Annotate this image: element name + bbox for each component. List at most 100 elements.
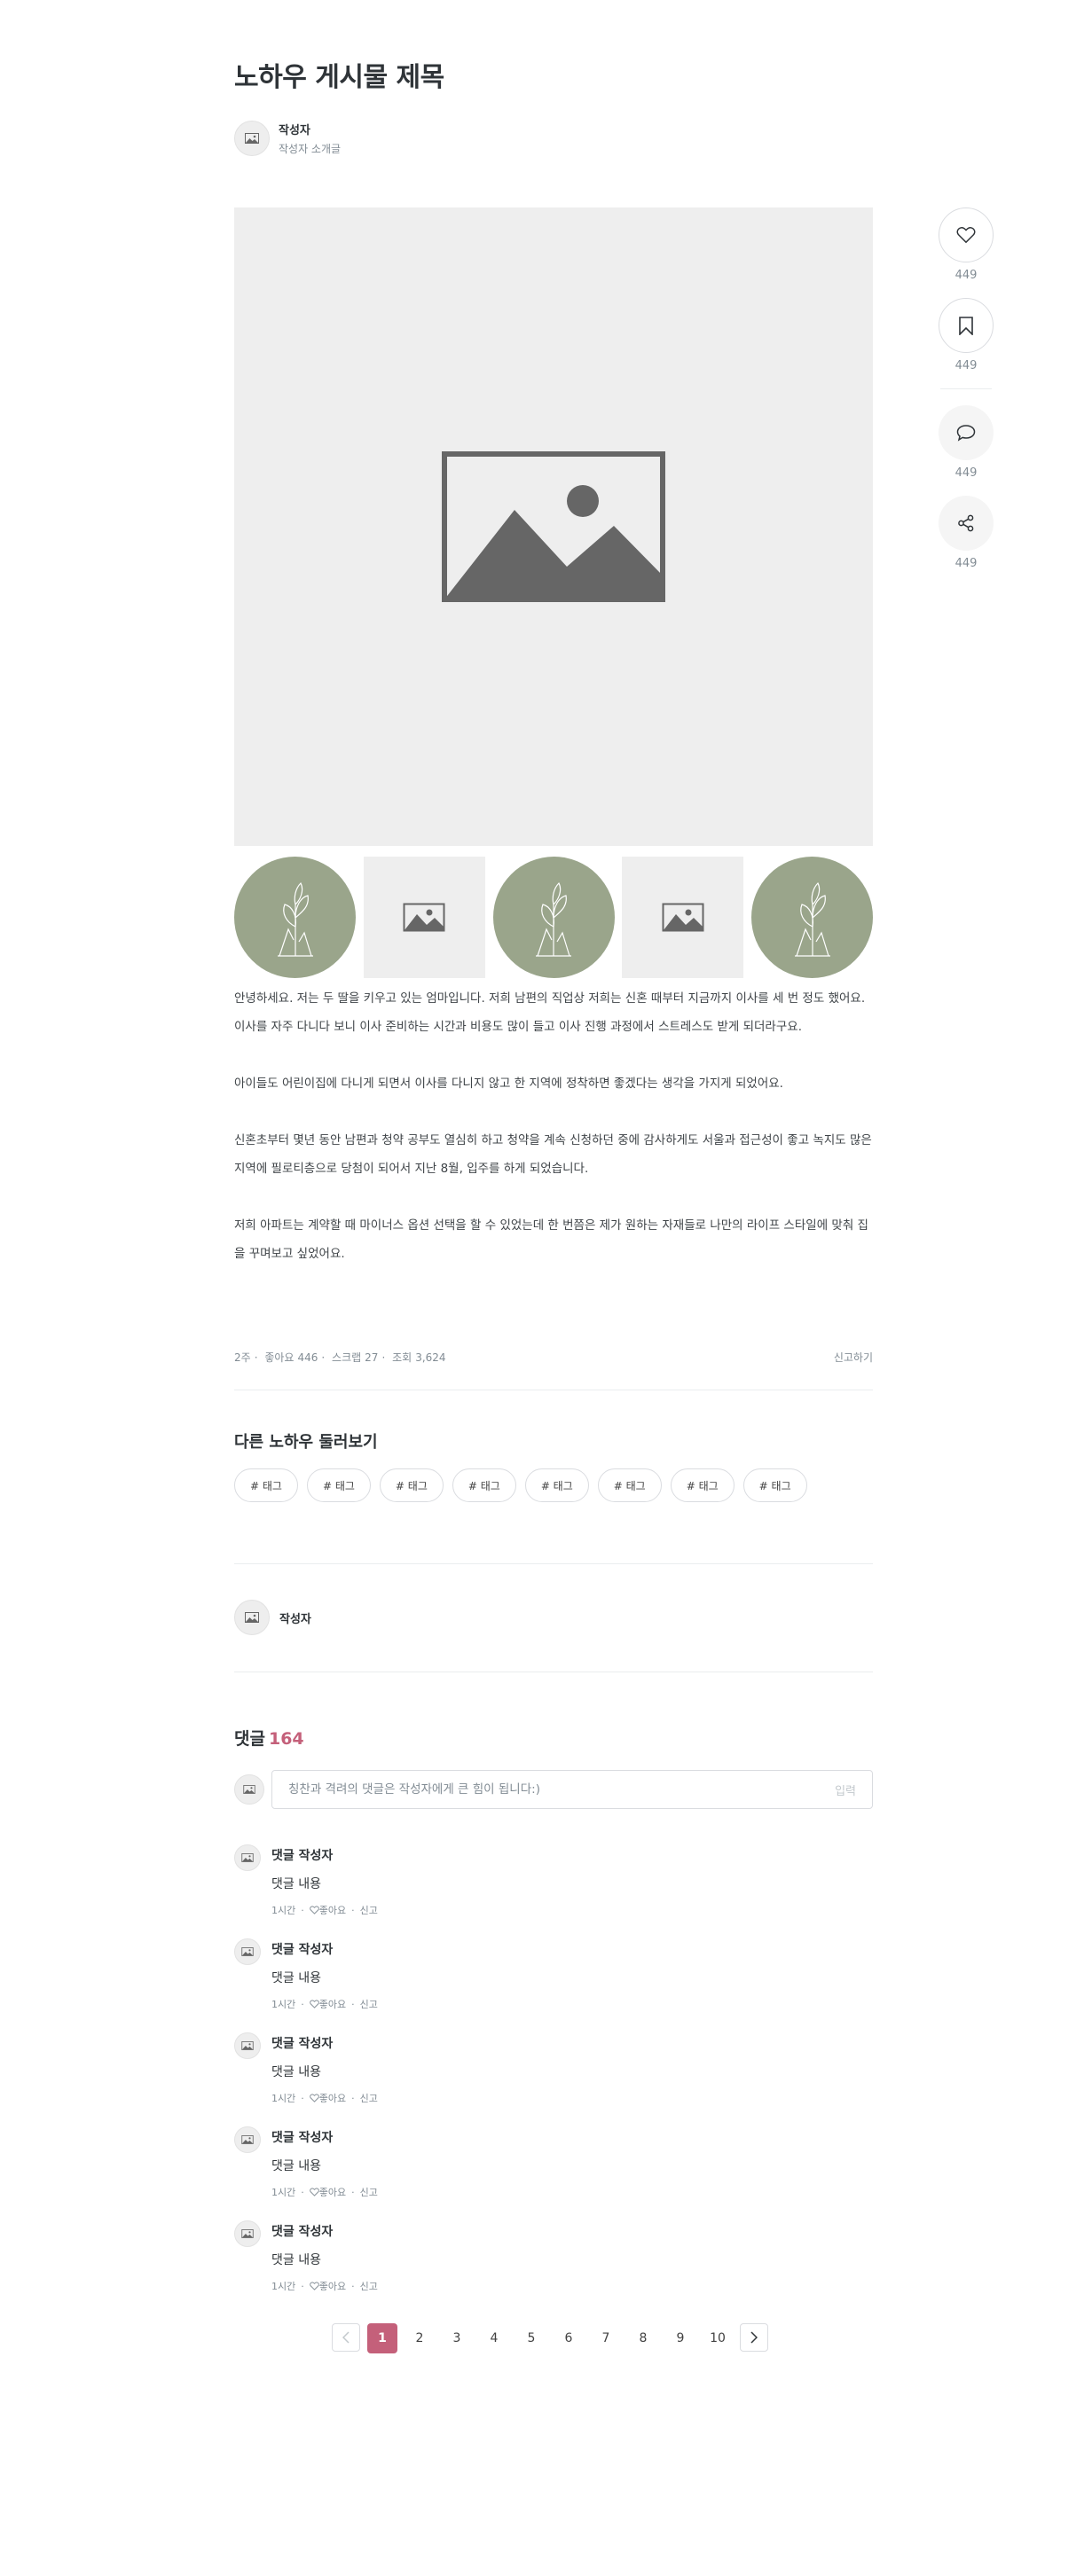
tag-chip[interactable]: # 태그: [306, 1468, 371, 1502]
comment-report-button[interactable]: 신고: [360, 1997, 378, 2011]
page-button[interactable]: 6: [554, 2323, 584, 2353]
comment-text: 댓글 내용: [271, 2253, 321, 2267]
share-action: 449: [939, 496, 994, 570]
comment-text: 댓글 내용: [271, 2065, 321, 2079]
heart-icon: [309, 1906, 319, 1914]
commenter-avatar[interactable]: [234, 2126, 261, 2153]
prev-page-button[interactable]: [332, 2323, 360, 2352]
comment-like-button[interactable]: 좋아요: [309, 2091, 346, 2105]
commenter-avatar[interactable]: [234, 2220, 261, 2247]
post-paragraph: 신혼초부터 몇년 동안 남편과 청약 공부도 열심히 하고 청약을 계속 신청하…: [234, 1133, 872, 1176]
tag-chip[interactable]: # 태그: [234, 1468, 298, 1502]
comment-time: 1시간: [271, 2093, 296, 2104]
author-card[interactable]: 작성자: [234, 1600, 311, 1635]
thumbnail-plant[interactable]: [234, 857, 356, 978]
tag-chip[interactable]: # 태그: [742, 1468, 807, 1502]
next-page-button[interactable]: [740, 2323, 768, 2352]
chevron-left-icon: [342, 2331, 350, 2344]
image-placeholder-icon: [241, 2135, 254, 2144]
plant-illustration: [277, 881, 313, 957]
like-action: 449: [939, 207, 994, 282]
author-name[interactable]: 작성자: [279, 1609, 311, 1626]
tag-chip[interactable]: # 태그: [597, 1468, 662, 1502]
main-image: [234, 207, 873, 846]
commenter-avatar[interactable]: [234, 2032, 261, 2059]
post-paragraph: 저희 아파트는 계약할 때 마이너스 옵션 선택을 할 수 있었는데 한 번쯤은…: [234, 1218, 868, 1261]
comment-author[interactable]: 댓글 작성자: [271, 2128, 378, 2146]
page-button[interactable]: 8: [628, 2323, 658, 2353]
post-body: 안녕하세요. 저는 두 딸을 키우고 있는 엄마입니다. 저희 남편의 직업상 …: [234, 984, 873, 1296]
comment-report-button[interactable]: 신고: [360, 2279, 378, 2293]
comment-author[interactable]: 댓글 작성자: [271, 2034, 378, 2052]
comment-like-label: 좋아요: [318, 1999, 347, 2010]
comment-author[interactable]: 댓글 작성자: [271, 1846, 378, 1864]
post-meta: 2주 · 좋아요 446 · 스크랩 27 · 조회 3,624 신고하기: [234, 1350, 873, 1365]
comment-like-button[interactable]: 좋아요: [309, 2185, 347, 2199]
comment-submit-button[interactable]: 입력: [835, 1781, 856, 1798]
comment-time: 1시간: [271, 2187, 296, 2198]
image-placeholder-icon: [241, 1947, 254, 1956]
comment-item: 댓글 작성자 댓글 내용 1시간 · 좋아요 · 신고: [234, 1844, 873, 1917]
post-paragraph: 안녕하세요. 저는 두 딸을 키우고 있는 엄마입니다. 저희 남편의 직업상 …: [234, 991, 866, 1034]
author-avatar[interactable]: [234, 1600, 270, 1635]
thumbnail-plant[interactable]: [751, 857, 873, 978]
author-header[interactable]: 작성자 작성자 소개글: [234, 120, 341, 157]
comment-icon: [956, 425, 976, 442]
comment-like-button[interactable]: 좋아요: [309, 2279, 346, 2293]
page-button[interactable]: 3: [442, 2323, 472, 2353]
thumbnail-placeholder[interactable]: [622, 857, 744, 978]
page-button[interactable]: 1: [367, 2323, 397, 2353]
side-action-bar: 449 449 449 449: [939, 207, 994, 570]
tag-chip[interactable]: # 태그: [379, 1468, 444, 1502]
comments-count: 164: [268, 1729, 304, 1749]
comment-author[interactable]: 댓글 작성자: [271, 2222, 378, 2240]
comment-text: 댓글 내용: [271, 1971, 321, 1985]
image-placeholder-icon: [403, 903, 445, 932]
comment-like-button[interactable]: 좋아요: [309, 1903, 346, 1917]
comment-report-button[interactable]: 신고: [360, 2185, 378, 2199]
comment-like-button[interactable]: 좋아요: [309, 1997, 347, 2011]
like-count: 449: [955, 269, 978, 282]
thumbnail-plant[interactable]: [492, 857, 615, 978]
comment-like-label: 좋아요: [318, 2187, 347, 2198]
comment-input-row: 입력: [234, 1770, 873, 1809]
tag-chip[interactable]: # 태그: [670, 1468, 735, 1502]
scrap-button[interactable]: [939, 298, 994, 353]
heart-icon: [309, 2282, 319, 2290]
comment-input-box: 입력: [271, 1770, 873, 1809]
thumbnail-placeholder[interactable]: [363, 857, 485, 978]
scraps-count: 27: [365, 1351, 379, 1364]
page-button[interactable]: 9: [665, 2323, 695, 2353]
commenter-avatar[interactable]: [234, 1938, 261, 1965]
image-placeholder-icon: [662, 903, 704, 932]
comment-author[interactable]: 댓글 작성자: [271, 1940, 378, 1958]
pagination: 1 2 3 4 5 6 7 8 9 10: [332, 2323, 775, 2353]
author-name[interactable]: 작성자: [279, 121, 341, 137]
comment-report-button[interactable]: 신고: [360, 2091, 378, 2105]
page-button[interactable]: 2: [405, 2323, 435, 2353]
tag-list: # 태그 # 태그 # 태그 # 태그 # 태그 # 태그 # 태그 # 태그: [234, 1468, 816, 1502]
comment-time: 1시간: [271, 1999, 296, 2010]
tag-chip[interactable]: # 태그: [452, 1468, 516, 1502]
author-avatar[interactable]: [234, 121, 270, 156]
comment-report-button[interactable]: 신고: [360, 1903, 378, 1917]
report-button[interactable]: 신고하기: [834, 1350, 873, 1365]
comment-input[interactable]: [288, 1782, 836, 1797]
post-paragraph: 아이들도 어린이집에 다니게 되면서 이사를 다니지 않고 한 지역에 정착하면…: [234, 1077, 783, 1091]
comment-count: 449: [955, 466, 978, 480]
author-bio: 작성자 소개글: [279, 143, 342, 155]
thumbnail-strip: [234, 857, 873, 978]
page-button[interactable]: 10: [703, 2323, 733, 2353]
comment-time: 1시간: [271, 1905, 296, 1916]
comment-button[interactable]: [939, 405, 994, 460]
tag-chip[interactable]: # 태그: [524, 1468, 589, 1502]
comments-label: 댓글: [234, 1729, 265, 1749]
comments-title: 댓글 164: [234, 1726, 304, 1750]
commenter-avatar[interactable]: [234, 1844, 261, 1871]
share-button[interactable]: [939, 496, 994, 551]
like-button[interactable]: [939, 207, 994, 262]
page-button[interactable]: 4: [479, 2323, 509, 2353]
comment-text: 댓글 내용: [271, 1877, 321, 1891]
page-button[interactable]: 5: [516, 2323, 546, 2353]
page-button[interactable]: 7: [591, 2323, 621, 2353]
